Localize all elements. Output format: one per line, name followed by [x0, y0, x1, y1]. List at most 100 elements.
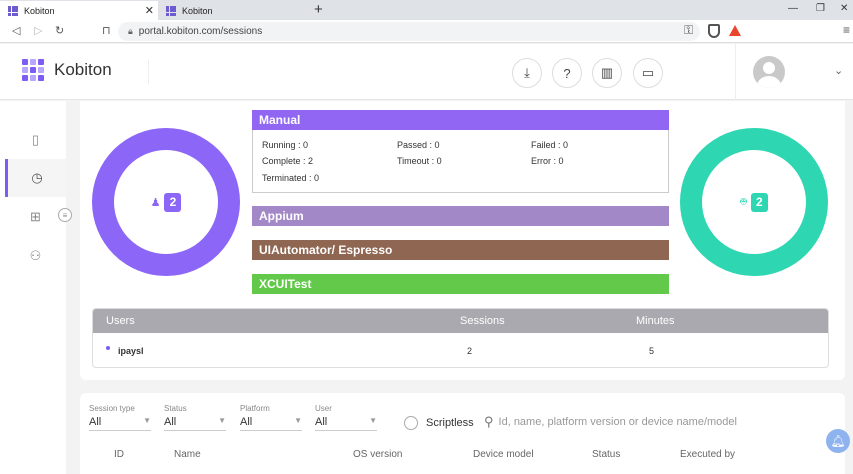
- map-icon[interactable]: ▥: [592, 58, 622, 88]
- device-card-icon[interactable]: ▭: [633, 58, 663, 88]
- table-row[interactable]: ipaysl 2 5: [93, 333, 828, 367]
- brand-name: Kobiton: [54, 60, 112, 79]
- kobiton-logo-icon: [22, 59, 44, 81]
- scriptless-toggle[interactable]: Scriptless: [404, 416, 474, 430]
- help-icon[interactable]: ?: [552, 58, 582, 88]
- timeout-stat: Timeout : 0: [397, 156, 442, 166]
- search-input[interactable]: ⚲ Id, name, platform version or device n…: [484, 414, 844, 430]
- android-icon: 🤖︎: [740, 195, 747, 208]
- sessions-list: Session type All ▼ Status All ▼ Platform A…: [80, 393, 845, 474]
- uiautomator-bar[interactable]: UIAutomator/ Espresso: [252, 240, 669, 260]
- chevron-down-icon[interactable]: ⌄: [834, 64, 843, 77]
- back-icon[interactable]: ◁: [12, 24, 20, 37]
- url-field[interactable]: 🔒︎ portal.kobiton.com/sessions: [118, 22, 700, 41]
- header-divider: [735, 44, 736, 100]
- users-table-header: Users Sessions Minutes: [93, 309, 828, 333]
- filter-value: All: [164, 416, 177, 428]
- filter-label: Session type: [89, 404, 135, 413]
- minutes-column-header: Minutes: [636, 315, 675, 327]
- user-filter[interactable]: User All ▼: [315, 404, 377, 431]
- header-divider: [148, 60, 149, 84]
- platform-filter[interactable]: Platform All ▼: [240, 404, 302, 431]
- filter-label: User: [315, 404, 332, 413]
- appium-bar[interactable]: Appium: [252, 206, 669, 226]
- kobiton-favicon-icon: [166, 5, 176, 16]
- scriptless-label: Scriptless: [426, 417, 474, 429]
- tab-title: Kobiton: [182, 5, 213, 16]
- kobiton-favicon-icon: [8, 5, 18, 16]
- filter-label: Status: [164, 404, 187, 413]
- avatar[interactable]: [753, 56, 785, 88]
- sessions-column-header: Sessions: [460, 315, 505, 327]
- search-icon: ⚲: [484, 414, 494, 429]
- browser-tab-active[interactable]: Kobiton ✕: [0, 1, 158, 20]
- manual-user-icon: ♟: [150, 196, 161, 209]
- device-model-column-header[interactable]: Device model: [473, 449, 534, 460]
- user-minutes: 5: [649, 346, 655, 357]
- browser-tab-strip: Kobiton ✕ Kobiton + — ❐ ✕: [0, 0, 853, 20]
- android-count-badge: 2: [750, 192, 768, 212]
- sidebar-item-devices[interactable]: ▯: [5, 121, 66, 159]
- browser-tab[interactable]: Kobiton: [158, 1, 310, 20]
- apps-grid-icon: ⊞: [30, 209, 41, 224]
- download-icon[interactable]: ⤓: [512, 58, 542, 88]
- xcuitest-bar[interactable]: XCUITest: [252, 274, 669, 294]
- user-sessions: 2: [467, 346, 473, 357]
- caret-down-icon: ▼: [369, 416, 377, 425]
- scriptless-radio[interactable]: [404, 416, 418, 430]
- reload-icon[interactable]: ↻: [55, 24, 64, 37]
- name-column-header[interactable]: Name: [174, 449, 201, 460]
- sidebar-item-sessions[interactable]: ◷: [5, 159, 66, 197]
- caret-down-icon: ▼: [294, 416, 302, 425]
- new-tab-button[interactable]: +: [314, 1, 323, 19]
- forward-icon[interactable]: ▷: [34, 24, 42, 37]
- close-window-icon[interactable]: ✕: [840, 3, 848, 14]
- session-type-filter[interactable]: Session type All ▼: [89, 404, 151, 431]
- users-icon: ⚇: [29, 248, 42, 263]
- sidebar-collapse-icon[interactable]: ≡: [58, 208, 72, 222]
- address-bar: ◁ ▷ ↻ ⊓ 🔒︎ portal.kobiton.com/sessions ⚿…: [0, 20, 853, 43]
- sidebar: ▯ ◷ ⊞ ⚇: [0, 101, 66, 474]
- bookmark-icon[interactable]: ⊓: [102, 24, 111, 37]
- sidebar-item-users[interactable]: ⚇: [5, 237, 66, 275]
- status-filter[interactable]: Status All ▼: [164, 404, 226, 431]
- brave-shield-icon[interactable]: [708, 24, 720, 38]
- users-table: Users Sessions Minutes ipaysl 2 5: [92, 308, 829, 368]
- id-column-header[interactable]: ID: [114, 449, 124, 460]
- lock-icon: 🔒︎: [128, 26, 133, 36]
- manual-stats: Running : 0 Passed : 0 Failed : 0 Comple…: [252, 130, 669, 193]
- filter-value: All: [240, 416, 253, 428]
- caret-down-icon: ▼: [218, 416, 226, 425]
- status-column-header[interactable]: Status: [592, 449, 620, 460]
- terminated-stat: Terminated : 0: [262, 173, 320, 183]
- app-header: Kobiton ⤓ ? ▥ ▭ ⌄: [0, 44, 853, 100]
- user-name: ipaysl: [118, 346, 144, 357]
- url-text: portal.kobiton.com/sessions: [138, 26, 263, 37]
- sidebar-item-apps[interactable]: ⊞: [5, 198, 66, 236]
- browser-menu-icon[interactable]: ≡: [843, 23, 850, 37]
- key-icon[interactable]: ⚿: [684, 23, 693, 38]
- ios-count-badge: 2: [164, 192, 182, 212]
- notification-bell-icon[interactable]: 🔔︎: [826, 429, 850, 453]
- android-sessions-ring: 🤖︎ 2: [680, 128, 828, 276]
- caret-down-icon: ▼: [143, 416, 151, 425]
- close-tab-icon[interactable]: ✕: [145, 4, 154, 17]
- users-column-header: Users: [106, 315, 135, 327]
- brave-rewards-icon[interactable]: [729, 25, 741, 36]
- search-placeholder: Id, name, platform version or device nam…: [498, 416, 737, 428]
- clock-icon: ◷: [31, 170, 43, 185]
- filter-label: Platform: [240, 404, 270, 413]
- error-stat: Error : 0: [531, 156, 564, 166]
- manual-bar[interactable]: Manual: [252, 110, 669, 130]
- tab-title: Kobiton: [24, 5, 55, 16]
- running-stat: Running : 0: [262, 140, 309, 150]
- filter-value: All: [89, 416, 102, 428]
- os-version-column-header[interactable]: OS version: [353, 449, 402, 460]
- complete-stat: Complete : 2: [262, 156, 314, 166]
- minimize-icon[interactable]: —: [788, 3, 798, 14]
- device-icon: ▯: [31, 132, 40, 147]
- ios-sessions-ring: ♟ 2: [92, 128, 240, 276]
- executed-by-column-header[interactable]: Executed by: [680, 449, 735, 460]
- restore-icon[interactable]: ❐: [816, 3, 825, 14]
- kobiton-logo[interactable]: Kobiton: [22, 59, 112, 81]
